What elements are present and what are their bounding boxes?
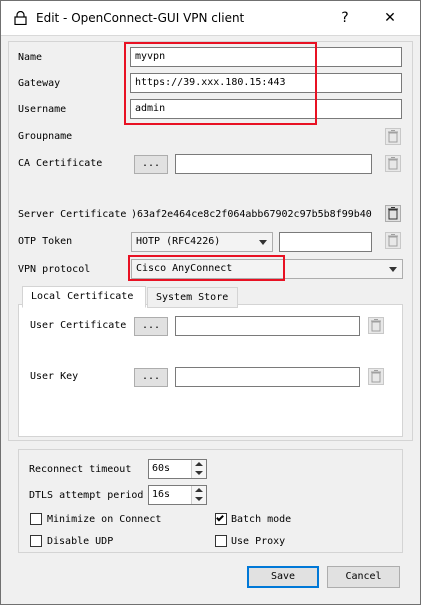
name-label: Name <box>18 52 43 63</box>
user-certificate-label: User Certificate <box>30 320 127 331</box>
dtls-attempt-period-value: 16s <box>152 489 171 500</box>
save-button[interactable]: Save <box>247 566 319 588</box>
trash-icon[interactable] <box>385 205 401 222</box>
trash-icon[interactable] <box>385 155 401 172</box>
vpn-protocol-label: VPN protocol <box>18 264 91 275</box>
gateway-label: Gateway <box>18 78 61 89</box>
ca-certificate-label: CA Certificate <box>18 158 103 169</box>
spin-up-icon[interactable] <box>191 460 206 469</box>
check-icon <box>216 513 224 522</box>
chevron-down-icon <box>259 240 267 245</box>
spin-down-icon[interactable] <box>191 469 206 478</box>
minimize-on-connect-checkbox[interactable] <box>30 513 42 525</box>
batch-mode-label: Batch mode <box>231 514 292 525</box>
disable-udp-label: Disable UDP <box>47 536 114 547</box>
disable-udp-checkbox[interactable] <box>30 535 42 547</box>
trash-icon[interactable] <box>368 368 384 385</box>
otp-token-input[interactable] <box>279 232 372 252</box>
groupname-label: Groupname <box>18 131 73 142</box>
ca-browse-button[interactable]: ... <box>134 155 168 174</box>
use-proxy-label: Use Proxy <box>231 536 286 547</box>
otp-type-select[interactable]: HOTP (RFC4226) <box>131 232 273 252</box>
ca-certificate-input[interactable] <box>175 154 372 174</box>
spin-up-icon[interactable] <box>191 486 206 495</box>
use-proxy-checkbox[interactable] <box>215 535 227 547</box>
dtls-attempt-period-spinbox[interactable]: 16s <box>148 485 207 505</box>
close-button[interactable]: ✕ <box>368 0 412 36</box>
chevron-down-icon <box>389 267 397 272</box>
username-label: Username <box>18 104 67 115</box>
trash-icon[interactable] <box>385 128 401 145</box>
cancel-button[interactable]: Cancel <box>327 566 400 588</box>
trash-icon[interactable] <box>368 317 384 334</box>
help-button[interactable]: ? <box>323 0 367 36</box>
user-key-input[interactable] <box>175 367 360 387</box>
highlight-protocol <box>128 255 285 281</box>
reconnect-timeout-spinbox[interactable]: 60s <box>148 459 207 479</box>
user-key-browse-button[interactable]: ... <box>134 368 168 387</box>
tab-local-certificate[interactable]: Local Certificate <box>22 286 146 308</box>
reconnect-timeout-value: 60s <box>152 463 171 474</box>
window-title: Edit - OpenConnect-GUI VPN client <box>36 11 245 25</box>
tab-system-store[interactable]: System Store <box>147 287 238 308</box>
highlight-credentials <box>124 42 317 125</box>
server-certificate-label: Server Certificate <box>18 209 127 220</box>
user-certificate-input[interactable] <box>175 316 360 336</box>
spin-down-icon[interactable] <box>191 495 206 504</box>
dtls-attempt-period-label: DTLS attempt period <box>29 490 144 501</box>
reconnect-timeout-label: Reconnect timeout <box>29 464 132 475</box>
batch-mode-checkbox[interactable] <box>215 513 227 525</box>
lock-icon <box>14 11 27 25</box>
otp-token-label: OTP Token <box>18 236 73 247</box>
minimize-on-connect-label: Minimize on Connect <box>47 514 162 525</box>
otp-type-value: HOTP (RFC4226) <box>136 236 221 247</box>
user-certificate-browse-button[interactable]: ... <box>134 317 168 336</box>
server-certificate-hash: )63af2e464ce8c2f064abb67902c97b5b8f99b40 <box>131 209 372 220</box>
user-key-label: User Key <box>30 371 79 382</box>
trash-icon[interactable] <box>385 232 401 249</box>
